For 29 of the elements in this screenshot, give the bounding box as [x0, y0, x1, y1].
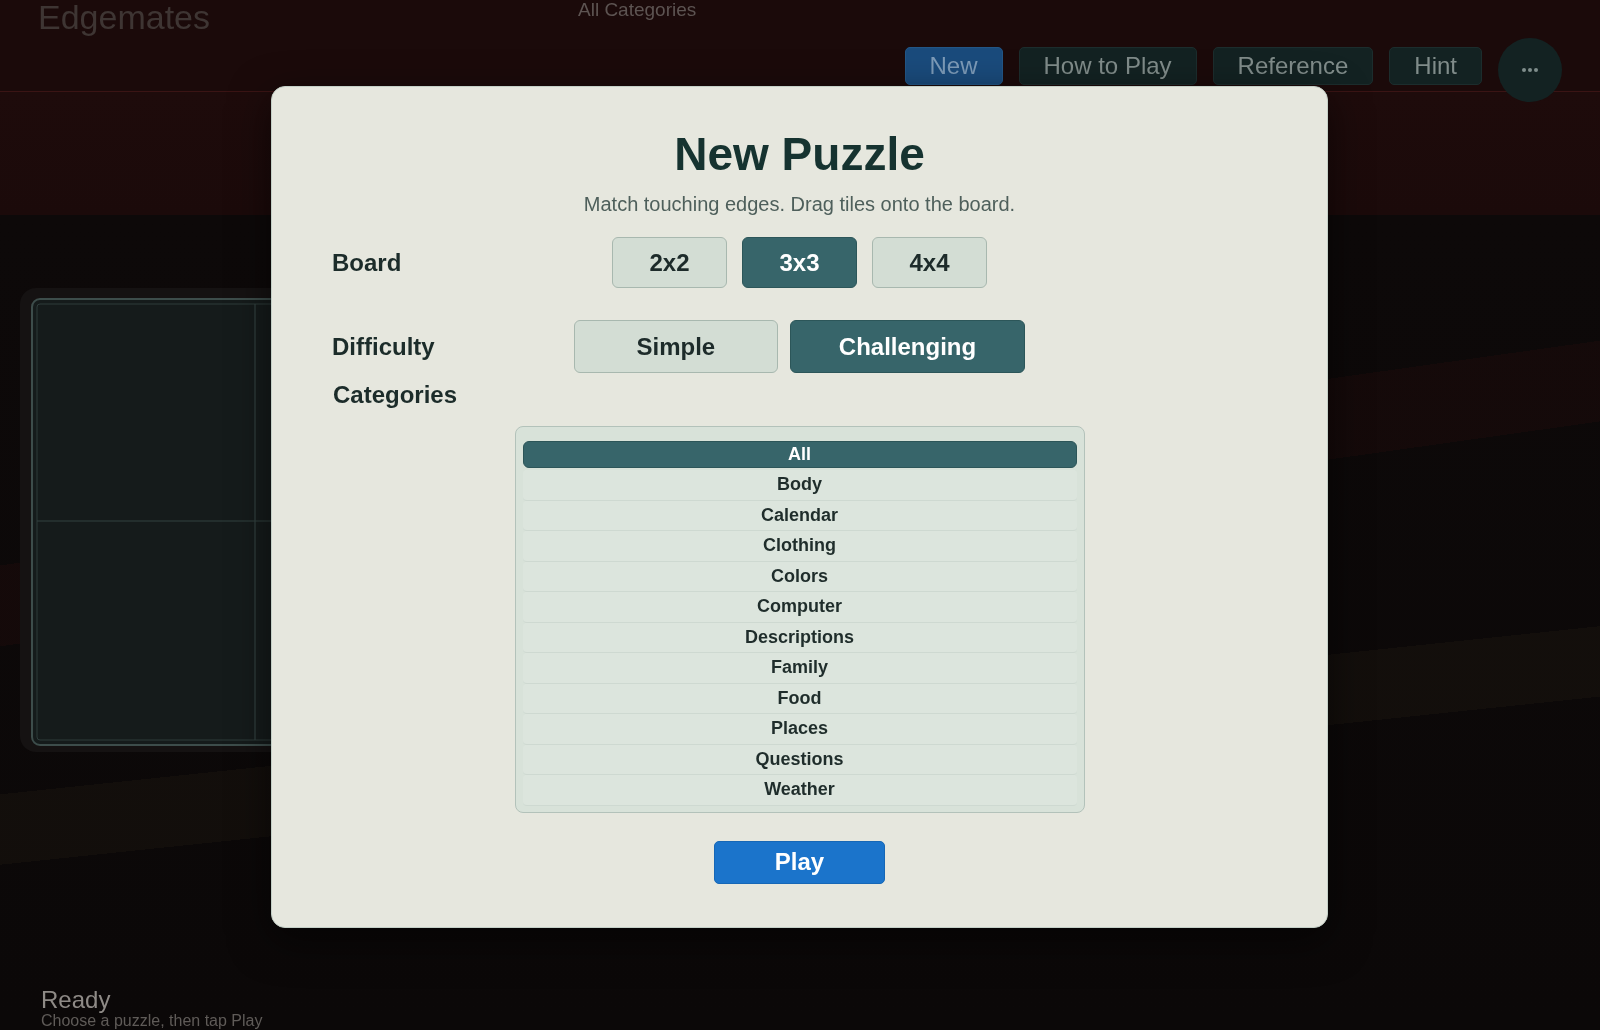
category-item[interactable]: Places	[522, 714, 1077, 745]
board-size-option[interactable]: 3x3	[742, 237, 857, 288]
field-label: Difficulty	[332, 331, 435, 362]
toolbar-button[interactable]: How to Play	[1018, 47, 1197, 85]
toolbar-button[interactable]: Reference	[1212, 47, 1374, 85]
app-subtitle: All Categories	[578, 0, 697, 20]
difficulty-option[interactable]: Challenging	[789, 320, 1026, 373]
category-item[interactable]: Computer	[522, 592, 1077, 623]
field-label: Board	[332, 247, 402, 278]
play-button[interactable]: Play	[714, 840, 885, 884]
category-item[interactable]: Questions	[522, 744, 1077, 775]
category-item[interactable]: Body	[522, 470, 1077, 501]
board-size-option[interactable]: 2x2	[612, 237, 727, 288]
dialog-title: New Puzzle	[674, 127, 925, 182]
category-item[interactable]: All	[522, 441, 1077, 468]
category-item[interactable]: Descriptions	[522, 622, 1077, 653]
toolbar-button[interactable]: Hint	[1389, 47, 1482, 85]
category-item[interactable]: Calendar	[522, 500, 1077, 531]
category-item[interactable]: Clothing	[522, 531, 1077, 562]
difficulty-option[interactable]: Simple	[573, 320, 778, 373]
category-item[interactable]: Food	[522, 683, 1077, 714]
category-item[interactable]: Colors	[522, 561, 1077, 592]
status-message: Choose a puzzle, then tap Play	[41, 1012, 263, 1030]
field-label: Categories	[333, 380, 458, 410]
more-icon	[1522, 68, 1538, 72]
category-item[interactable]: Weather	[522, 775, 1077, 806]
board-size-option[interactable]: 4x4	[872, 237, 987, 288]
dialog-subtitle: Match touching edges. Drag tiles onto the board.	[583, 192, 1016, 217]
category-item[interactable]: Family	[522, 653, 1077, 684]
